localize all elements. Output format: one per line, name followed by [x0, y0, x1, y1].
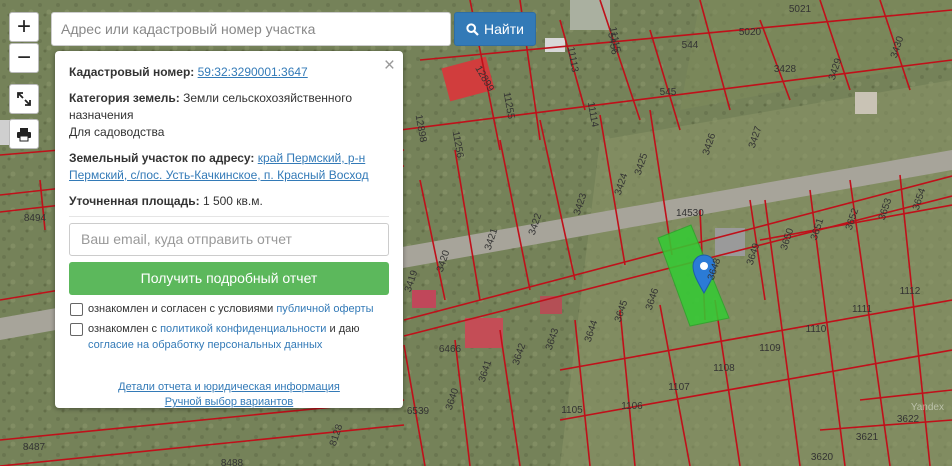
land-category-row: Категория земель: Земли сельскохозяйстве…	[69, 90, 389, 141]
parcel-info-panel: × Кадастровый номер: 59:32:3290001:3647 …	[55, 51, 403, 408]
privacy-consent[interactable]: ознакомлен с политикой конфиденциальност…	[69, 321, 389, 353]
close-icon[interactable]: ×	[384, 56, 395, 76]
parcel-number: 1111	[852, 304, 872, 315]
road-label: 14530	[676, 208, 704, 219]
parcel-number: 3428	[774, 64, 797, 75]
parcel-number: 3622	[897, 414, 920, 425]
parcel-number: 8487	[23, 442, 46, 453]
find-button-label: Найти	[484, 21, 524, 37]
parcel-number: 6539	[407, 406, 430, 417]
parcel-number: 544	[682, 40, 699, 51]
divider	[69, 216, 389, 217]
minus-icon: −	[16, 44, 31, 71]
area-label: Уточненная площадь:	[69, 194, 200, 208]
privacy-text-1: ознакомлен с	[88, 323, 161, 335]
parcel-number: 1112	[900, 286, 921, 297]
cadastral-label: Кадастровый номер:	[69, 65, 195, 79]
parcel-number: 5021	[789, 4, 812, 15]
privacy-policy-link[interactable]: политикой конфиденциальности	[160, 323, 326, 335]
plus-icon: +	[16, 13, 31, 40]
search-input[interactable]	[52, 13, 450, 45]
manual-selection-link[interactable]: Ручной выбор вариантов	[165, 396, 293, 408]
cadastral-number-link[interactable]: 59:32:3290001:3647	[198, 65, 308, 79]
parcel-number: 1107	[668, 382, 690, 393]
offer-checkbox[interactable]	[70, 303, 83, 316]
parcel-number: 8494	[24, 213, 47, 224]
email-field[interactable]: Ваш email, куда отправить отчет	[69, 223, 389, 256]
zoom-out-button[interactable]: −	[9, 43, 39, 73]
privacy-checkbox[interactable]	[70, 323, 83, 336]
area-row: Уточненная площадь: 1 500 кв.м.	[69, 193, 389, 210]
expand-icon	[17, 92, 31, 106]
get-report-button[interactable]: Получить подробный отчет	[69, 262, 389, 295]
parcel-number: 1108	[713, 363, 735, 374]
parcel-number: 1106	[621, 401, 643, 412]
fullscreen-button[interactable]	[9, 84, 39, 114]
parcel-number: 1109	[759, 343, 781, 354]
search-box[interactable]	[51, 12, 451, 46]
cadastral-number-row: Кадастровый номер: 59:32:3290001:3647	[69, 64, 389, 81]
data-processing-link[interactable]: согласие на обработку персональных данны…	[88, 339, 322, 351]
privacy-text-2: и даю	[326, 323, 360, 335]
parcel-number: 6466	[439, 344, 462, 355]
area-value: 1 500 кв.м.	[202, 194, 263, 208]
parcel-number: 3620	[811, 452, 834, 463]
print-button[interactable]	[9, 119, 39, 149]
find-button[interactable]: Найти	[454, 12, 536, 46]
footer-links: Детали отчета и юридическая информация Р…	[69, 380, 389, 410]
search-icon	[466, 22, 479, 36]
address-label: Земельный участок по адресу:	[69, 151, 255, 165]
parcel-number: 8488	[221, 458, 244, 466]
address-row: Земельный участок по адресу: край Пермск…	[69, 150, 389, 184]
zoom-in-button[interactable]: +	[9, 12, 39, 42]
parcel-number: 545	[660, 87, 677, 98]
map-watermark: Yandex	[910, 402, 944, 413]
parcel-number: 3621	[856, 432, 879, 443]
printer-icon	[17, 127, 31, 141]
offer-consent[interactable]: ознакомлен и согласен с условиями публич…	[69, 301, 389, 317]
parcel-number: 1105	[561, 405, 583, 416]
public-offer-link[interactable]: публичной оферты	[276, 303, 373, 315]
offer-consent-text: ознакомлен и согласен с условиями	[88, 303, 277, 315]
category-label: Категория земель:	[69, 91, 180, 105]
parcel-number: 5020	[739, 27, 762, 38]
land-purpose: Для садоводства	[69, 125, 165, 139]
report-details-link[interactable]: Детали отчета и юридическая информация	[118, 381, 340, 393]
parcel-number: 1110	[806, 324, 827, 335]
